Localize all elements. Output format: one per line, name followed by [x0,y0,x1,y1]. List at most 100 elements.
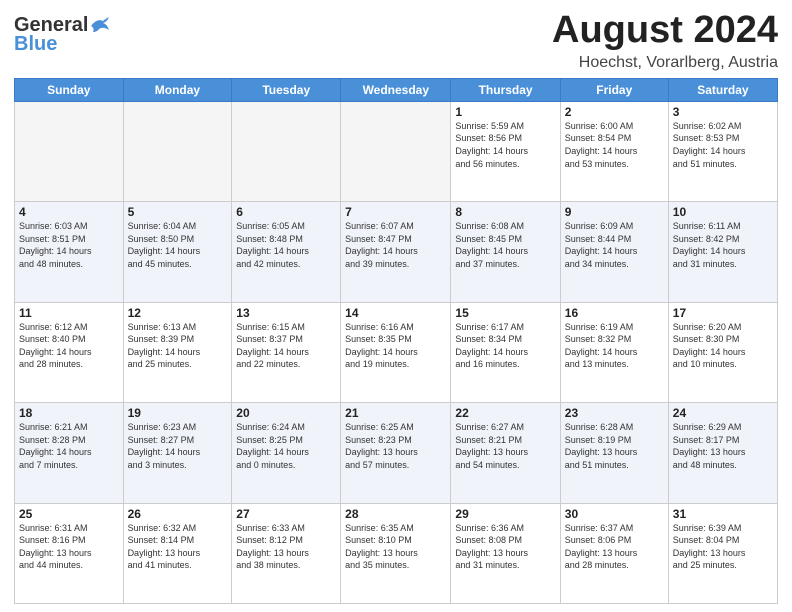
day-info: Sunrise: 6:23 AM Sunset: 8:27 PM Dayligh… [128,421,228,471]
calendar-cell: 30Sunrise: 6:37 AM Sunset: 8:06 PM Dayli… [560,503,668,603]
page-title: August 2024 [552,10,778,52]
day-info: Sunrise: 6:33 AM Sunset: 8:12 PM Dayligh… [236,522,336,572]
title-block: August 2024 Hoechst, Vorarlberg, Austria [552,10,778,72]
calendar-cell: 25Sunrise: 6:31 AM Sunset: 8:16 PM Dayli… [15,503,124,603]
calendar-cell: 17Sunrise: 6:20 AM Sunset: 8:30 PM Dayli… [668,302,777,402]
calendar-cell: 1Sunrise: 5:59 AM Sunset: 8:56 PM Daylig… [451,101,560,201]
calendar-cell: 4Sunrise: 6:03 AM Sunset: 8:51 PM Daylig… [15,202,124,302]
day-info: Sunrise: 6:08 AM Sunset: 8:45 PM Dayligh… [455,220,555,270]
logo-blue: Blue [14,33,57,56]
day-info: Sunrise: 6:02 AM Sunset: 8:53 PM Dayligh… [673,120,773,170]
day-info: Sunrise: 6:04 AM Sunset: 8:50 PM Dayligh… [128,220,228,270]
calendar-cell: 16Sunrise: 6:19 AM Sunset: 8:32 PM Dayli… [560,302,668,402]
day-info: Sunrise: 6:05 AM Sunset: 8:48 PM Dayligh… [236,220,336,270]
day-info: Sunrise: 6:25 AM Sunset: 8:23 PM Dayligh… [345,421,446,471]
day-number: 27 [236,507,336,521]
day-number: 8 [455,205,555,219]
day-info: Sunrise: 6:09 AM Sunset: 8:44 PM Dayligh… [565,220,664,270]
calendar-cell: 19Sunrise: 6:23 AM Sunset: 8:27 PM Dayli… [123,403,232,503]
logo: General Blue [14,14,111,56]
calendar-cell: 21Sunrise: 6:25 AM Sunset: 8:23 PM Dayli… [341,403,451,503]
day-number: 10 [673,205,773,219]
day-number: 9 [565,205,664,219]
day-info: Sunrise: 6:37 AM Sunset: 8:06 PM Dayligh… [565,522,664,572]
day-info: Sunrise: 6:03 AM Sunset: 8:51 PM Dayligh… [19,220,119,270]
day-info: Sunrise: 5:59 AM Sunset: 8:56 PM Dayligh… [455,120,555,170]
day-number: 25 [19,507,119,521]
day-info: Sunrise: 6:35 AM Sunset: 8:10 PM Dayligh… [345,522,446,572]
calendar-cell: 26Sunrise: 6:32 AM Sunset: 8:14 PM Dayli… [123,503,232,603]
calendar-header-monday: Monday [123,78,232,101]
calendar-cell: 3Sunrise: 6:02 AM Sunset: 8:53 PM Daylig… [668,101,777,201]
calendar-cell: 31Sunrise: 6:39 AM Sunset: 8:04 PM Dayli… [668,503,777,603]
day-info: Sunrise: 6:28 AM Sunset: 8:19 PM Dayligh… [565,421,664,471]
calendar-table: SundayMondayTuesdayWednesdayThursdayFrid… [14,78,778,604]
calendar-cell: 5Sunrise: 6:04 AM Sunset: 8:50 PM Daylig… [123,202,232,302]
calendar-cell: 6Sunrise: 6:05 AM Sunset: 8:48 PM Daylig… [232,202,341,302]
calendar-week-row: 4Sunrise: 6:03 AM Sunset: 8:51 PM Daylig… [15,202,778,302]
calendar-header-wednesday: Wednesday [341,78,451,101]
day-number: 29 [455,507,555,521]
calendar-cell [15,101,124,201]
day-info: Sunrise: 6:24 AM Sunset: 8:25 PM Dayligh… [236,421,336,471]
day-number: 28 [345,507,446,521]
calendar-header-saturday: Saturday [668,78,777,101]
day-number: 21 [345,406,446,420]
calendar-cell: 29Sunrise: 6:36 AM Sunset: 8:08 PM Dayli… [451,503,560,603]
calendar-header-tuesday: Tuesday [232,78,341,101]
day-info: Sunrise: 6:19 AM Sunset: 8:32 PM Dayligh… [565,321,664,371]
day-number: 16 [565,306,664,320]
day-number: 5 [128,205,228,219]
day-number: 31 [673,507,773,521]
day-number: 17 [673,306,773,320]
day-info: Sunrise: 6:21 AM Sunset: 8:28 PM Dayligh… [19,421,119,471]
day-info: Sunrise: 6:31 AM Sunset: 8:16 PM Dayligh… [19,522,119,572]
calendar-cell: 23Sunrise: 6:28 AM Sunset: 8:19 PM Dayli… [560,403,668,503]
calendar-cell: 18Sunrise: 6:21 AM Sunset: 8:28 PM Dayli… [15,403,124,503]
day-info: Sunrise: 6:13 AM Sunset: 8:39 PM Dayligh… [128,321,228,371]
day-number: 4 [19,205,119,219]
calendar-header-friday: Friday [560,78,668,101]
calendar-cell: 2Sunrise: 6:00 AM Sunset: 8:54 PM Daylig… [560,101,668,201]
day-number: 13 [236,306,336,320]
day-number: 22 [455,406,555,420]
day-number: 23 [565,406,664,420]
calendar-header-thursday: Thursday [451,78,560,101]
page-subtitle: Hoechst, Vorarlberg, Austria [552,54,778,72]
calendar-week-row: 11Sunrise: 6:12 AM Sunset: 8:40 PM Dayli… [15,302,778,402]
calendar-cell: 14Sunrise: 6:16 AM Sunset: 8:35 PM Dayli… [341,302,451,402]
header: General Blue August 2024 Hoechst, Vorarl… [14,10,778,72]
calendar-cell: 27Sunrise: 6:33 AM Sunset: 8:12 PM Dayli… [232,503,341,603]
day-number: 3 [673,105,773,119]
day-number: 24 [673,406,773,420]
day-info: Sunrise: 6:12 AM Sunset: 8:40 PM Dayligh… [19,321,119,371]
day-number: 7 [345,205,446,219]
calendar-cell: 7Sunrise: 6:07 AM Sunset: 8:47 PM Daylig… [341,202,451,302]
day-number: 14 [345,306,446,320]
calendar-week-row: 18Sunrise: 6:21 AM Sunset: 8:28 PM Dayli… [15,403,778,503]
day-info: Sunrise: 6:36 AM Sunset: 8:08 PM Dayligh… [455,522,555,572]
day-number: 30 [565,507,664,521]
day-info: Sunrise: 6:07 AM Sunset: 8:47 PM Dayligh… [345,220,446,270]
bird-icon [89,16,111,34]
calendar-week-row: 1Sunrise: 5:59 AM Sunset: 8:56 PM Daylig… [15,101,778,201]
day-number: 20 [236,406,336,420]
day-info: Sunrise: 6:39 AM Sunset: 8:04 PM Dayligh… [673,522,773,572]
day-info: Sunrise: 6:16 AM Sunset: 8:35 PM Dayligh… [345,321,446,371]
calendar-cell [123,101,232,201]
page: General Blue August 2024 Hoechst, Vorarl… [0,0,792,612]
day-info: Sunrise: 6:11 AM Sunset: 8:42 PM Dayligh… [673,220,773,270]
calendar-header-row: SundayMondayTuesdayWednesdayThursdayFrid… [15,78,778,101]
day-info: Sunrise: 6:15 AM Sunset: 8:37 PM Dayligh… [236,321,336,371]
day-info: Sunrise: 6:27 AM Sunset: 8:21 PM Dayligh… [455,421,555,471]
day-info: Sunrise: 6:29 AM Sunset: 8:17 PM Dayligh… [673,421,773,471]
calendar-cell: 15Sunrise: 6:17 AM Sunset: 8:34 PM Dayli… [451,302,560,402]
calendar-cell: 9Sunrise: 6:09 AM Sunset: 8:44 PM Daylig… [560,202,668,302]
calendar-cell [232,101,341,201]
calendar-cell: 22Sunrise: 6:27 AM Sunset: 8:21 PM Dayli… [451,403,560,503]
day-info: Sunrise: 6:20 AM Sunset: 8:30 PM Dayligh… [673,321,773,371]
calendar-cell: 24Sunrise: 6:29 AM Sunset: 8:17 PM Dayli… [668,403,777,503]
day-number: 26 [128,507,228,521]
calendar-cell: 13Sunrise: 6:15 AM Sunset: 8:37 PM Dayli… [232,302,341,402]
calendar-cell: 20Sunrise: 6:24 AM Sunset: 8:25 PM Dayli… [232,403,341,503]
